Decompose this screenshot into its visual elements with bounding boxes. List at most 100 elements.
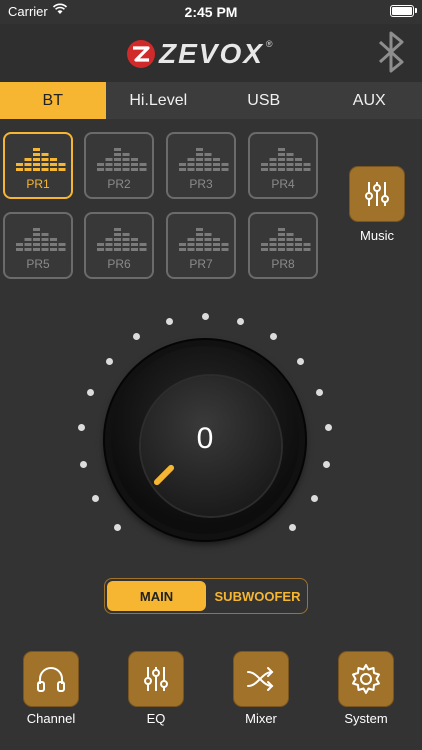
brand-mark-icon xyxy=(127,40,155,68)
system-label: System xyxy=(344,711,388,726)
eq-bar-segment xyxy=(204,238,212,241)
preset-pr3[interactable]: PR3 xyxy=(166,132,236,199)
eq-bar-segment xyxy=(24,238,32,241)
shuffle-icon xyxy=(247,667,274,691)
volume-knob-area: 0 xyxy=(0,300,422,560)
preset-label: PR4 xyxy=(271,177,295,191)
eq-bar-segment xyxy=(122,248,130,251)
preset-label: PR1 xyxy=(26,177,50,191)
eq-bar-segment xyxy=(286,238,294,241)
system-button[interactable] xyxy=(338,651,394,707)
eq-bar-segment xyxy=(278,228,285,231)
eq-bar-segment xyxy=(131,243,138,246)
eq-bar-segment xyxy=(295,158,302,161)
eq-bar-segment xyxy=(196,238,203,241)
eq-bar-segment xyxy=(286,233,294,236)
preset-label: PR7 xyxy=(189,257,213,271)
eq-bar-segment xyxy=(114,158,121,161)
volume-knob[interactable]: 0 xyxy=(105,340,305,540)
equalizer-icon xyxy=(97,228,147,251)
eq-bar-segment xyxy=(131,158,138,161)
preset-label: PR6 xyxy=(107,257,131,271)
gear-icon xyxy=(352,664,380,694)
eq-bar-segment xyxy=(269,243,277,246)
eq-bar-segment xyxy=(131,168,138,171)
preset-pr1[interactable]: PR1 xyxy=(3,132,73,199)
eq-bar-segment xyxy=(303,243,311,246)
eq-bar-segment xyxy=(122,163,130,166)
eq-bar-segment xyxy=(50,248,57,251)
bluetooth-icon[interactable] xyxy=(374,28,408,76)
eq-bar-segment xyxy=(278,233,285,236)
preset-pr7[interactable]: PR7 xyxy=(166,212,236,279)
eq-button[interactable] xyxy=(128,651,184,707)
battery-tip xyxy=(415,8,417,13)
eq-bar-segment xyxy=(33,248,40,251)
scale-dot xyxy=(92,494,100,502)
eq-bar-segment xyxy=(139,163,147,166)
tab-hi-level[interactable]: Hi.Level xyxy=(106,82,212,119)
eq-bar-segment xyxy=(139,168,147,171)
tab-bt[interactable]: BT xyxy=(0,82,106,119)
eq-bar-segment xyxy=(33,238,40,241)
music-button[interactable] xyxy=(349,166,405,222)
scale-dot xyxy=(323,460,331,468)
eq-bar-segment xyxy=(196,248,203,251)
eq-bar-segment xyxy=(196,233,203,236)
scale-dot xyxy=(78,424,86,432)
sliders-icon xyxy=(144,667,168,691)
channel-button[interactable] xyxy=(23,651,79,707)
eq-bar-segment xyxy=(114,233,121,236)
preset-pr5[interactable]: PR5 xyxy=(3,212,73,279)
eq-bar-segment xyxy=(179,163,186,166)
eq-bar-segment xyxy=(24,163,32,166)
scale-dot xyxy=(165,317,173,325)
preset-pr8[interactable]: PR8 xyxy=(248,212,318,279)
eq-bar-segment xyxy=(114,248,121,251)
equalizer-icon xyxy=(16,228,66,251)
eq-bar-segment xyxy=(41,238,49,241)
scale-dot xyxy=(289,524,297,532)
equalizer-icon xyxy=(16,148,66,171)
scale-dot xyxy=(132,333,140,341)
mixer-button[interactable] xyxy=(233,651,289,707)
tab-usb[interactable]: USB xyxy=(211,82,317,119)
eq-bar-segment xyxy=(33,158,40,161)
eq-bar-segment xyxy=(58,248,66,251)
eq-bar-segment xyxy=(213,168,220,171)
subwoofer-option[interactable]: SUBWOOFER xyxy=(208,579,307,613)
eq-bar-segment xyxy=(33,148,40,151)
eq-bar-segment xyxy=(221,248,229,251)
equalizer-icon xyxy=(261,228,311,251)
eq-bar-segment xyxy=(196,163,203,166)
eq-bar-segment xyxy=(114,148,121,151)
eq-bar-segment xyxy=(97,168,104,171)
eq-bar-segment xyxy=(269,168,277,171)
tab-aux[interactable]: AUX xyxy=(317,82,422,119)
eq-bar-segment xyxy=(204,243,212,246)
clock: 2:45 PM xyxy=(184,4,238,20)
eq-bar-segment xyxy=(122,168,130,171)
eq-bar-segment xyxy=(295,248,302,251)
eq-bar-segment xyxy=(97,248,104,251)
eq-bar-segment xyxy=(105,158,113,161)
preset-pr6[interactable]: PR6 xyxy=(84,212,154,279)
sliders-icon xyxy=(365,182,389,206)
preset-label: PR8 xyxy=(271,257,295,271)
eq-bar-segment xyxy=(114,238,121,241)
equalizer-icon xyxy=(179,228,229,251)
preset-pr4[interactable]: PR4 xyxy=(248,132,318,199)
eq-bar-segment xyxy=(58,243,66,246)
main-option[interactable]: MAIN xyxy=(107,581,206,611)
eq-bar-segment xyxy=(33,153,40,156)
eq-bar-segment xyxy=(179,248,186,251)
channel-label: Channel xyxy=(26,711,76,726)
eq-bar-segment xyxy=(24,168,32,171)
eq-bar-segment xyxy=(278,148,285,151)
eq-bar-segment xyxy=(33,228,40,231)
eq-bar-segment xyxy=(41,248,49,251)
eq-bar-segment xyxy=(105,248,113,251)
eq-bar-segment xyxy=(105,243,113,246)
eq-bar-segment xyxy=(204,168,212,171)
preset-pr2[interactable]: PR2 xyxy=(84,132,154,199)
